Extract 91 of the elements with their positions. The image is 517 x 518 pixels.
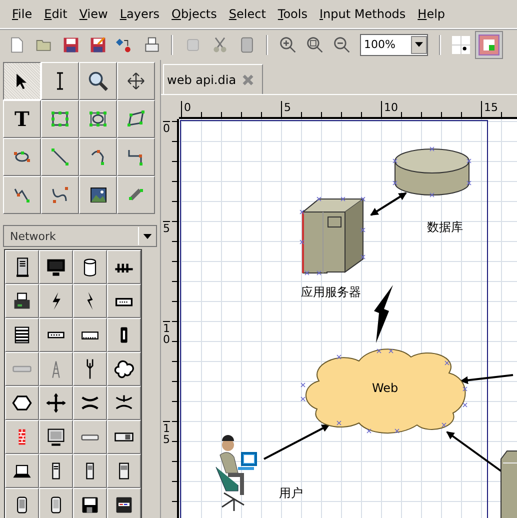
move-arrows-icon [126, 71, 146, 91]
sheet-dropdown[interactable]: Network [3, 225, 157, 247]
arrow-connector [460, 374, 514, 384]
shape-button[interactable] [5, 454, 39, 488]
shape-button[interactable] [107, 250, 141, 284]
ruler-label: 10 [381, 101, 398, 115]
document-tab[interactable]: web api.dia [163, 64, 264, 94]
save-icon [62, 36, 80, 54]
colors-icon [478, 34, 500, 56]
dropdown-button[interactable] [411, 36, 427, 54]
switch-icon [81, 330, 99, 340]
shape-button[interactable] [73, 386, 107, 420]
shape-button[interactable] [39, 488, 73, 518]
arrow-connector [264, 424, 330, 460]
menu-item[interactable]: Objects [166, 7, 223, 21]
shape-button[interactable] [39, 386, 73, 420]
ruler-label: 5 [281, 101, 291, 115]
menu-item[interactable]: Help [412, 7, 452, 21]
cross-arrows-icon [45, 392, 67, 414]
keyboard-icon [80, 434, 100, 440]
ellipse-tool-icon [87, 109, 109, 129]
cut-icon [210, 36, 228, 54]
lightning-connector [374, 285, 393, 343]
ruler-label: 0 [163, 121, 170, 134]
shape-button[interactable] [5, 488, 39, 518]
shape-button[interactable] [73, 318, 107, 352]
cloud-label: Web [372, 381, 398, 395]
color-button[interactable] [475, 30, 503, 58]
shape-button[interactable] [107, 386, 141, 420]
caret-icon [143, 234, 152, 238]
zoom-in-icon [278, 36, 296, 54]
print-icon [142, 36, 160, 54]
snap-grid-icon [452, 36, 470, 54]
magnifier-icon [87, 70, 109, 92]
arrow-connector [446, 431, 502, 472]
server-label: 应用服务器 [301, 284, 361, 301]
zoom-combo[interactable]: 100% [360, 34, 428, 56]
cloud-icon [113, 358, 135, 380]
device-icon [114, 432, 134, 442]
menu-item[interactable]: Tools [272, 7, 314, 21]
tool-button[interactable] [3, 62, 41, 100]
shape-button[interactable] [5, 386, 39, 420]
ruler-label: 0 [181, 101, 191, 115]
user-label: 用户 [279, 485, 303, 502]
shape-button[interactable] [73, 488, 107, 518]
shape-button[interactable] [39, 420, 73, 454]
shape-button[interactable] [107, 318, 141, 352]
shape-button[interactable] [73, 250, 107, 284]
text-cursor-icon [55, 70, 65, 92]
shape-button[interactable] [5, 284, 39, 318]
ruler-label: 10 [163, 321, 170, 345]
menu-item[interactable]: Input Methods [314, 7, 412, 21]
text-tool-glyph: T [14, 107, 30, 131]
shape-button[interactable] [39, 454, 73, 488]
shape-button[interactable] [107, 420, 141, 454]
shape-button[interactable] [5, 318, 39, 352]
menu-item[interactable]: Edit [38, 7, 74, 21]
line-tool-icon [50, 147, 70, 167]
antenna-icon [86, 358, 94, 380]
shape-button[interactable] [73, 454, 107, 488]
shape-button[interactable] [107, 454, 141, 488]
close-icon [242, 74, 254, 86]
ruler-label: 5 [163, 221, 170, 234]
shape-button[interactable] [39, 250, 73, 284]
server-drawing [499, 449, 517, 518]
ruler-label: 15 [163, 421, 170, 445]
menu-item[interactable]: File [6, 7, 38, 21]
shape-button[interactable] [107, 352, 141, 386]
menu-item[interactable]: View [73, 7, 114, 21]
zoom-fit-icon [306, 36, 324, 54]
shape-button[interactable] [107, 284, 141, 318]
zoom-out-icon [332, 36, 350, 54]
bezier-tool-icon [50, 185, 70, 205]
shape-button[interactable] [5, 250, 39, 284]
menu-item[interactable]: Select [222, 7, 272, 21]
tool-button[interactable]: T [3, 100, 41, 138]
lightning-icon [86, 291, 94, 311]
shape-button[interactable] [73, 352, 107, 386]
database-label: 数据库 [427, 219, 463, 236]
box-tool-icon [49, 109, 71, 129]
double-arrow-connector [370, 192, 407, 216]
hub-icon [47, 331, 65, 339]
polygon-tool-icon [125, 109, 147, 129]
shape-button[interactable] [39, 318, 73, 352]
monitor-icon [45, 426, 67, 448]
caret-icon [415, 42, 423, 47]
save-as-icon [88, 36, 106, 54]
menu-item[interactable]: Layers [114, 7, 166, 21]
shape-button[interactable] [39, 284, 73, 318]
shape-button[interactable] [107, 488, 141, 518]
ruler-label: 15 [481, 101, 498, 115]
